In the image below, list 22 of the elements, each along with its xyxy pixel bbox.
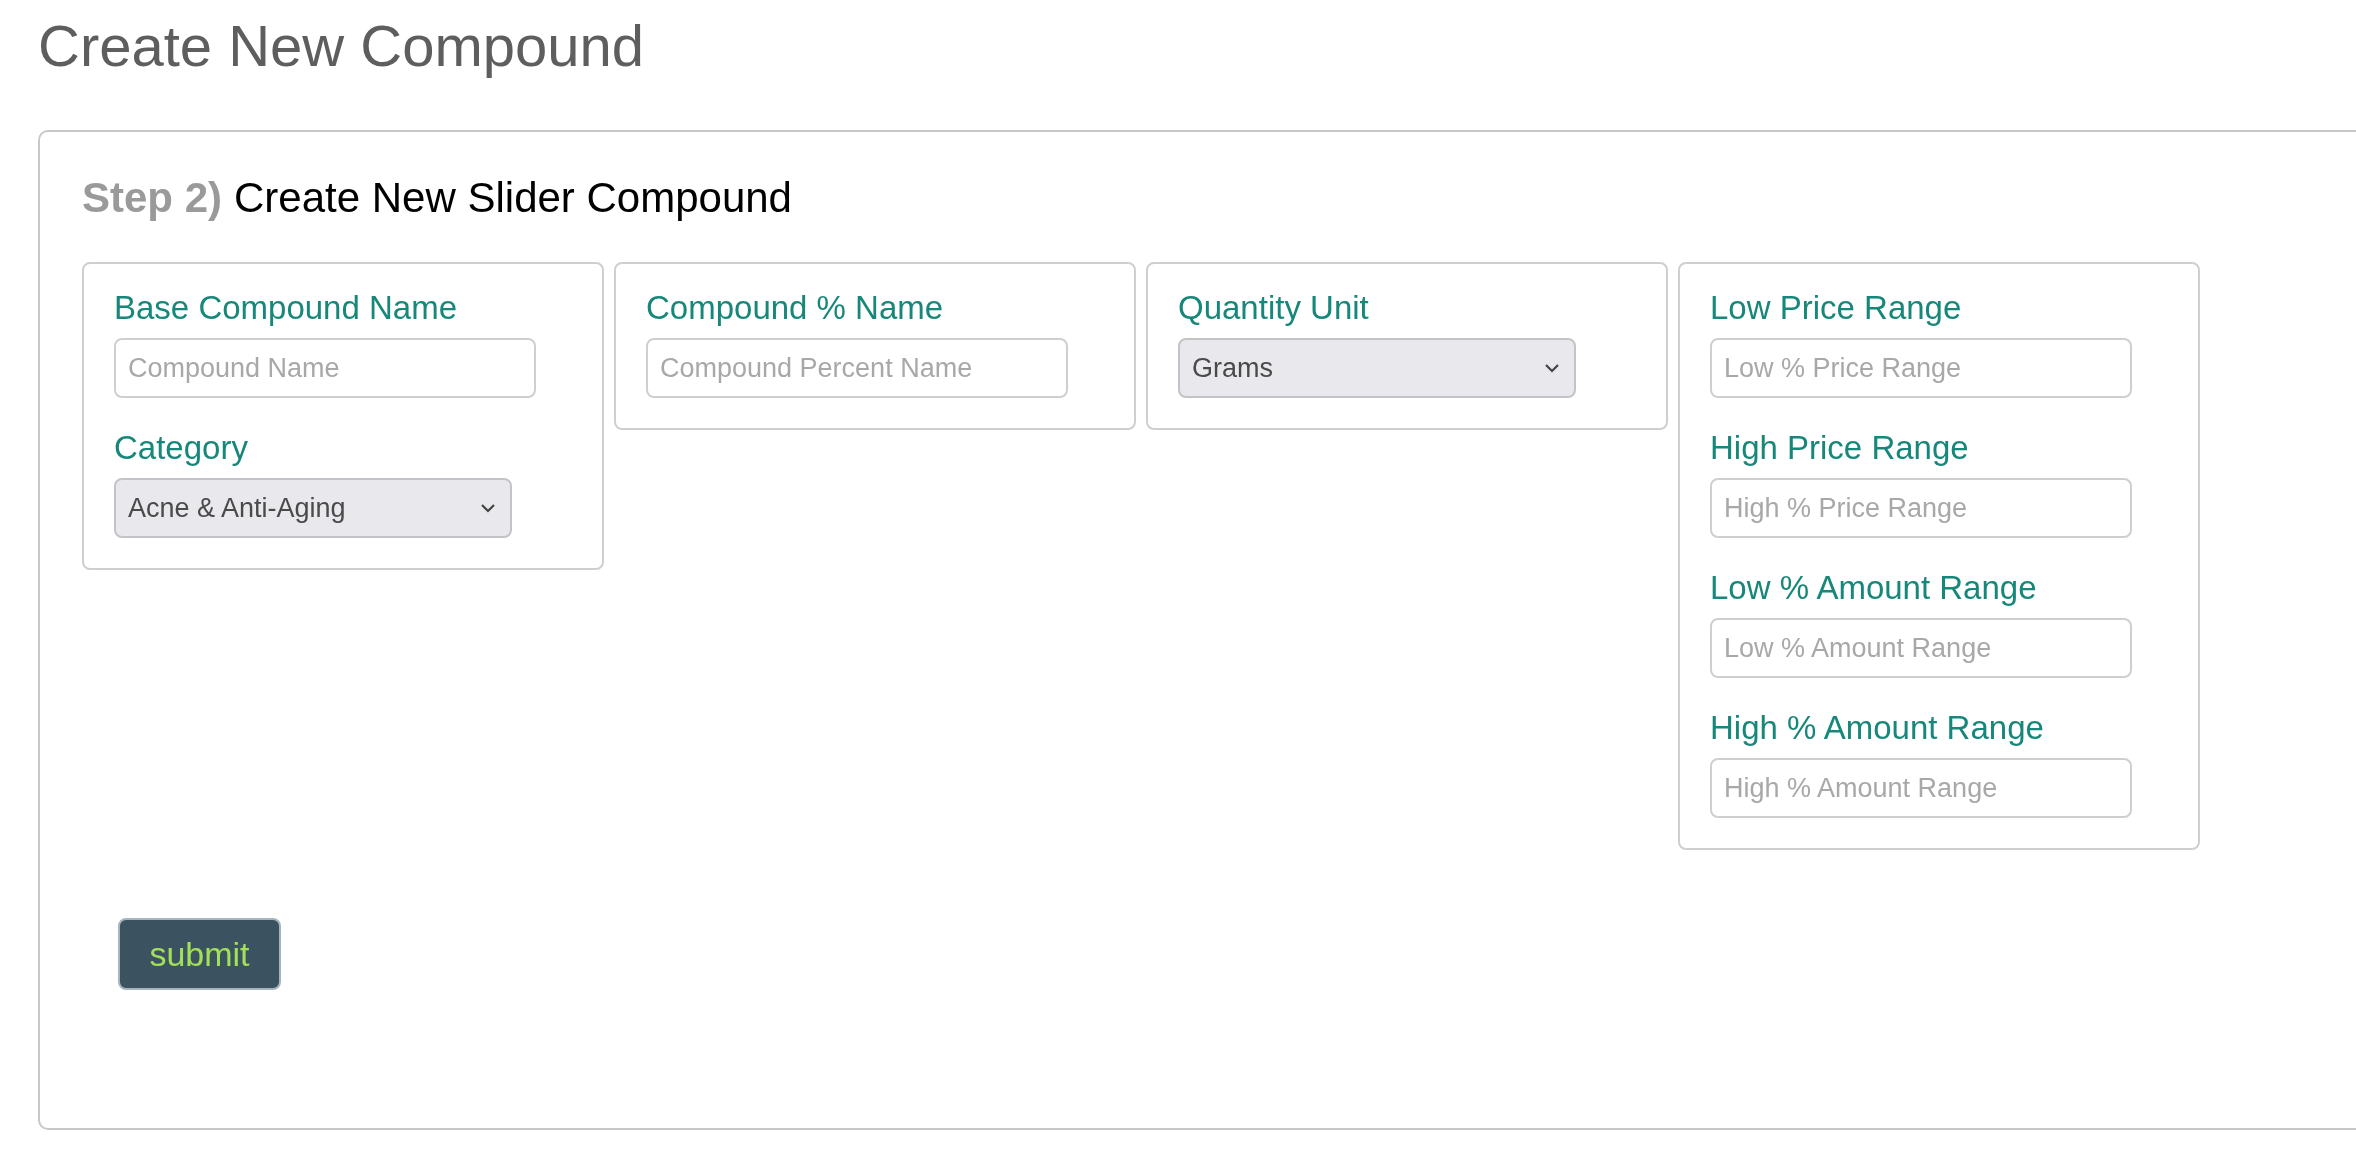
step-title: Create New Slider Compound [234, 173, 792, 223]
field-label: High % Amount Range [1710, 708, 2044, 748]
text-field[interactable]: Low % Amount Range [1710, 618, 2132, 678]
field-label: Low % Amount Range [1710, 568, 2037, 608]
step-number: Step 2) [82, 173, 223, 223]
submit-button[interactable]: submit [118, 918, 281, 990]
field-label: Base Compound Name [114, 288, 458, 328]
text-field[interactable]: High % Amount Range [1710, 758, 2132, 818]
text-field[interactable]: High % Price Range [1710, 478, 2132, 538]
chevron-down-icon [1544, 363, 1560, 373]
text-field[interactable]: Low % Price Range [1710, 338, 2132, 398]
dropdown[interactable]: Grams [1178, 338, 1576, 398]
text-field[interactable]: Compound Percent Name [646, 338, 1068, 398]
field-label: Category [114, 428, 248, 468]
field-label: Low Price Range [1710, 288, 1962, 328]
field-label: Quantity Unit [1178, 288, 1369, 328]
field-label: High Price Range [1710, 428, 1969, 468]
dropdown[interactable]: Acne & Anti-Aging [114, 478, 512, 538]
page-title: Create New Compound [38, 12, 645, 80]
text-field[interactable]: Compound Name [114, 338, 536, 398]
field-label: Compound % Name [646, 288, 944, 328]
chevron-down-icon [480, 503, 496, 513]
